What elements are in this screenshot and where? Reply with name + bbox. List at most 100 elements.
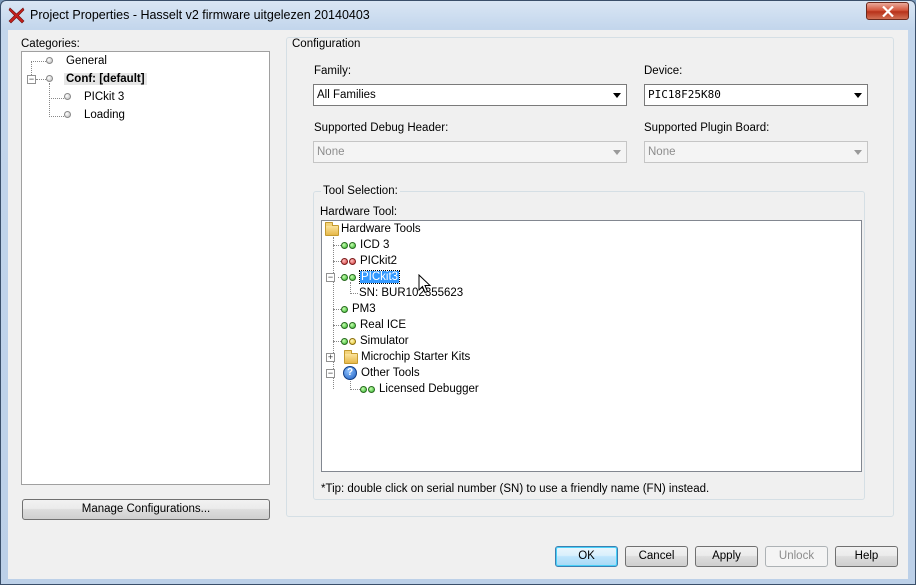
tool-other-tools[interactable]: ? Other Tools [341,365,420,381]
node-bullet-icon [64,111,71,118]
tool-licensed-debugger[interactable]: Licensed Debugger [360,381,479,397]
status-green-icon [341,274,348,281]
close-icon [882,6,894,17]
dropdown-arrow-icon [613,150,621,155]
dropdown-arrow-icon [854,93,862,98]
status-red-icon [349,258,356,265]
tool-simulator-label: Simulator [360,335,409,347]
tool-pickit3[interactable]: PICkit3 [341,269,401,285]
question-icon: ? [343,366,357,380]
status-green-icon [341,306,348,313]
collapse-icon[interactable]: − [326,369,335,378]
tool-icd3-label: ICD 3 [360,239,390,251]
category-conf-default[interactable]: Conf: [default] [46,71,147,87]
title-bar[interactable]: Project Properties - Hasselt v2 firmware… [1,1,915,29]
pickit3-serial-number[interactable]: SN: BUR102355623 [359,285,463,301]
debug-header-label: Supported Debug Header: [314,122,449,134]
app-x-icon [8,7,25,24]
categories-label: Categories: [21,38,80,50]
help-button[interactable]: Help [835,546,898,567]
hardware-tool-label: Hardware Tool: [320,206,398,218]
status-green-icon [341,322,348,329]
plugin-board-label: Supported Plugin Board: [644,122,770,134]
tool-selection-legend: Tool Selection: [321,185,400,197]
debug-header-select[interactable]: None [313,141,627,163]
device-label: Device: [644,65,683,77]
tool-pickit2-label: PICkit2 [360,255,398,267]
family-label: Family: [314,65,352,77]
close-button[interactable] [866,2,909,20]
device-value: PIC18F25K80 [648,88,721,101]
status-green-icon [341,338,348,345]
status-green-icon [368,386,375,393]
tool-real-ice[interactable]: Real ICE [341,317,406,333]
tool-pickit2[interactable]: PICkit2 [341,253,397,269]
tree-connector [49,98,64,99]
tool-real-ice-label: Real ICE [360,319,407,331]
hardware-tools-root-label: Hardware Tools [341,223,421,235]
tree-connector [350,293,358,294]
tree-connector [333,341,341,342]
tree-connector [49,83,50,117]
tree-connector [333,237,334,389]
unlock-button[interactable]: Unlock [765,546,828,567]
tip-text: *Tip: double click on serial number (SN)… [321,483,710,495]
ok-button[interactable]: OK [555,546,618,567]
tree-connector [350,389,360,390]
dialog-client-area: Categories: General − Conf: [default] PI… [8,30,908,579]
node-bullet-icon [46,57,53,64]
tool-pm3[interactable]: PM3 [341,301,376,317]
dropdown-arrow-icon [613,93,621,98]
window-title: Project Properties - Hasselt v2 firmware… [30,8,370,22]
status-green-icon [349,274,356,281]
collapse-icon[interactable]: − [27,75,36,84]
status-green-icon [360,386,367,393]
node-bullet-icon [64,93,71,100]
status-green-icon [349,242,356,249]
plugin-board-value: None [648,146,676,158]
manage-configurations-button[interactable]: Manage Configurations... [22,499,270,520]
project-properties-window: Project Properties - Hasselt v2 firmware… [0,0,916,585]
apply-button[interactable]: Apply [695,546,758,567]
tree-connector [49,116,64,117]
tool-icd3[interactable]: ICD 3 [341,237,389,253]
device-select[interactable]: PIC18F25K80 [644,84,868,106]
family-value: All Families [317,89,376,101]
tool-other-tools-label: Other Tools [361,367,420,379]
category-pickit3-label: PICkit 3 [84,91,125,103]
tree-connector [333,325,341,326]
categories-tree[interactable]: General − Conf: [default] PICkit 3 Loadi… [21,51,270,485]
cancel-button[interactable]: Cancel [625,546,688,567]
tool-microchip-starter-kits[interactable]: Microchip Starter Kits [341,349,470,365]
category-pickit3[interactable]: PICkit 3 [64,89,124,105]
tool-starter-kits-label: Microchip Starter Kits [361,351,471,363]
status-yellow-icon [349,338,356,345]
hardware-tools-root[interactable]: Hardware Tools [324,221,421,237]
family-select[interactable]: All Families [313,84,627,106]
collapse-icon[interactable]: − [326,273,335,282]
status-green-icon [349,322,356,329]
folder-icon [325,222,339,236]
category-loading-label: Loading [84,109,125,121]
dropdown-arrow-icon [854,150,862,155]
category-general[interactable]: General [46,53,107,69]
tree-connector [333,261,341,262]
node-bullet-icon [46,75,53,82]
expand-icon[interactable]: + [326,353,335,362]
tool-simulator[interactable]: Simulator [341,333,409,349]
configuration-legend: Configuration [291,38,362,50]
plugin-board-select[interactable]: None [644,141,868,163]
tool-licensed-debugger-label: Licensed Debugger [379,383,479,395]
tree-connector [31,61,46,62]
serial-number-label: SN: BUR102355623 [359,287,464,299]
tree-connector [333,309,341,310]
category-loading[interactable]: Loading [64,107,125,123]
tree-connector [333,245,341,246]
mouse-cursor-icon [418,274,432,294]
tool-pm3-label: PM3 [352,303,376,315]
status-green-icon [341,242,348,249]
tree-connector [36,79,46,80]
hardware-tool-tree[interactable]: Hardware Tools ICD 3 PICkit2 − PICkit3 S… [321,220,862,472]
category-general-label: General [66,55,107,67]
folder-icon [344,350,358,364]
